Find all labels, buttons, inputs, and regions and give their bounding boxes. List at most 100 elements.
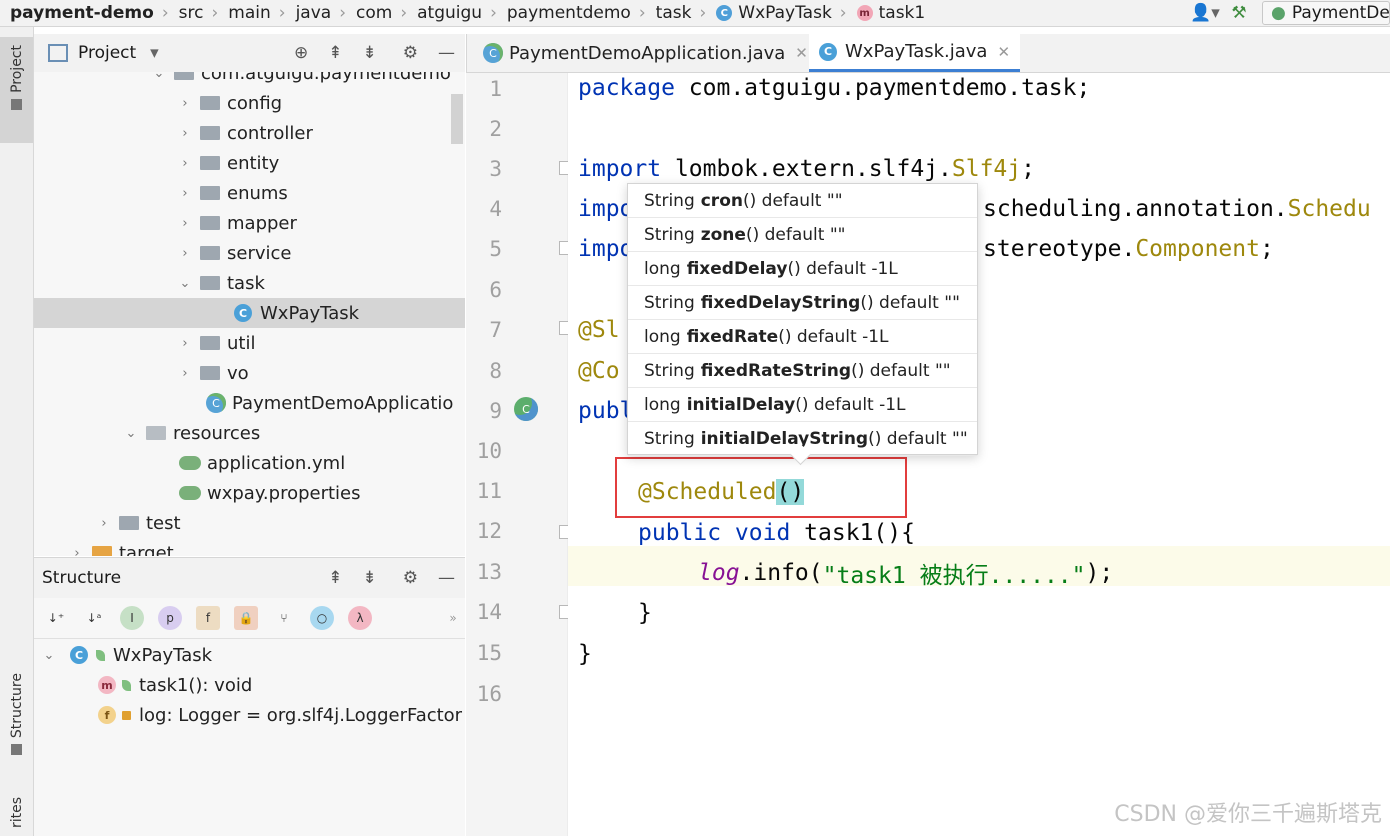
param-row[interactable]: long fixedDelay () default -1L [628, 252, 977, 286]
structure-item-class[interactable]: ⌄ C WxPayTask [34, 640, 465, 670]
show-fields-icon[interactable]: f [196, 606, 220, 630]
tree-item-config[interactable]: › config [34, 88, 465, 118]
breadcrumb-src[interactable]: src [169, 3, 212, 23]
tree-item-wxpaytask[interactable]: C WxPayTask [34, 298, 465, 328]
tree-item-entity[interactable]: › entity [34, 148, 465, 178]
tab-wxpaytask[interactable]: C WxPayTask.java ✕ [809, 34, 1021, 72]
annotation-token: @Co [578, 358, 620, 384]
param-default: () default -1L [795, 394, 906, 415]
scrollbar-thumb[interactable] [451, 94, 463, 144]
properties-file-icon [179, 486, 201, 500]
collapse-all-icon[interactable]: ⇟ [363, 43, 377, 63]
chevron-down-icon[interactable]: ⌄ [178, 276, 192, 291]
param-row[interactable]: String fixedDelayString () default "" [628, 286, 977, 320]
gear-icon[interactable]: ⚙ [403, 43, 418, 63]
param-row[interactable]: long fixedRate () default -1L [628, 320, 977, 354]
structure-item-method[interactable]: m task1(): void [34, 670, 465, 700]
minimize-icon[interactable]: — [438, 43, 455, 63]
show-non-public-icon[interactable]: 🔒 [234, 606, 258, 630]
tree-item-application-class[interactable]: C PaymentDemoApplicatio [34, 388, 465, 418]
show-properties-icon[interactable]: p [158, 606, 182, 630]
breadcrumb-paymentdemo[interactable]: paymentdemo [497, 3, 639, 23]
gear-icon[interactable]: ⚙ [403, 568, 418, 588]
project-tool-button[interactable]: Project [0, 37, 33, 143]
tree-item-resources[interactable]: ⌄ resources [34, 418, 465, 448]
chevron-right-icon[interactable]: › [178, 186, 192, 201]
collapse-all-icon[interactable]: ⇟ [363, 568, 377, 588]
tree-item-wxpay-properties[interactable]: wxpay.properties [34, 478, 465, 508]
run-config-selector[interactable]: ● PaymentDe [1262, 1, 1390, 25]
breadcrumb-separator: › [400, 3, 408, 23]
project-panel-title[interactable]: Project [78, 43, 136, 63]
structure-panel-header: Structure ⇞ ⇟ ⚙ — [34, 557, 465, 598]
tree-item-application-yml[interactable]: application.yml [34, 448, 465, 478]
tree-item-label: com.atguigu.paymentdemo [201, 72, 451, 84]
breadcrumb-atguigu[interactable]: atguigu [407, 3, 490, 23]
spring-bean-gutter-icon[interactable]: C [514, 397, 538, 421]
tree-item-vo[interactable]: › vo [34, 358, 465, 388]
breadcrumb-java[interactable]: java [286, 3, 340, 23]
chevron-down-icon[interactable]: ⌄ [124, 426, 138, 441]
breadcrumb-method[interactable]: m task1 [847, 3, 934, 23]
chevron-down-icon[interactable]: ▾ [150, 43, 159, 63]
tree-item-label: entity [227, 152, 280, 174]
tree-item-task[interactable]: ⌄ task [34, 268, 465, 298]
sort-alphabetically-icon[interactable]: ↓ᵃ [82, 606, 106, 630]
breadcrumb-project[interactable]: payment-demo [0, 3, 162, 23]
param-type: long [644, 258, 681, 279]
minimize-icon[interactable]: — [438, 568, 455, 588]
hammer-build-icon[interactable]: ⚒ [1222, 3, 1256, 23]
show-anonymous-icon[interactable]: ⑂ [272, 606, 296, 630]
structure-item-field[interactable]: f log: Logger = org.slf4j.LoggerFactor [34, 700, 465, 730]
chevron-right-icon[interactable]: › [178, 96, 192, 111]
excluded-folder-icon [92, 546, 112, 556]
tree-item-controller[interactable]: › controller [34, 118, 465, 148]
chevron-right-icon[interactable]: › [178, 336, 192, 351]
breadcrumb-com[interactable]: com [346, 3, 400, 23]
close-icon[interactable]: ✕ [795, 44, 808, 62]
tree-item-util[interactable]: › util [34, 328, 465, 358]
chevron-down-icon[interactable]: ⌄ [152, 72, 166, 81]
line-number: 16 [476, 682, 502, 706]
locate-crosshair-icon[interactable]: ⊕ [294, 43, 308, 63]
tree-item-test[interactable]: › test [34, 508, 465, 538]
param-row[interactable]: String fixedRateString () default "" [628, 354, 977, 388]
highlight-annotation-box [615, 457, 907, 518]
chevron-right-icon[interactable]: › [97, 516, 111, 531]
expand-all-icon[interactable]: ⇞ [328, 568, 342, 588]
editor-gutter: 1 2 3 4 5 6 7 8 9 10 11 12 13 14 15 16 [466, 73, 573, 836]
chevron-right-icon[interactable]: › [178, 366, 192, 381]
param-row[interactable]: long initialDelay () default -1L [628, 388, 977, 422]
param-row[interactable]: String zone () default "" [628, 218, 977, 252]
sort-by-visibility-icon[interactable]: ↓⁺ [44, 606, 68, 630]
code-token: lombok.extern.slf4j. [661, 156, 952, 182]
expand-all-icon[interactable]: ⇞ [328, 43, 342, 63]
breadcrumb-task[interactable]: task [646, 3, 700, 23]
tree-item-mapper[interactable]: › mapper [34, 208, 465, 238]
favorites-tool-button[interactable]: rites [0, 797, 33, 836]
breadcrumb-class[interactable]: C WxPayTask [706, 3, 840, 23]
param-default: () default "" [745, 224, 846, 245]
structure-tool-button[interactable]: Structure [0, 667, 33, 777]
show-lambdas-icon[interactable]: ○ [310, 606, 334, 630]
chevron-right-icon[interactable]: › [178, 246, 192, 261]
show-inherited-icon[interactable]: I [120, 606, 144, 630]
chevron-right-icon[interactable]: › [178, 126, 192, 141]
user-icon[interactable]: 👤▾ [1188, 3, 1222, 23]
chevron-right-icon[interactable]: › [178, 156, 192, 171]
chevron-right-icon[interactable]: › [178, 216, 192, 231]
code-line-4: impo [578, 189, 633, 229]
close-icon[interactable]: ✕ [997, 43, 1010, 61]
chevron-right-icon[interactable]: › [70, 546, 84, 557]
chevron-down-icon[interactable]: ⌄ [42, 648, 56, 663]
more-chevron-icon[interactable]: » [441, 606, 465, 630]
line-number: 12 [476, 519, 502, 543]
tree-item-package[interactable]: ⌄ com.atguigu.paymentdemo [34, 72, 465, 88]
tree-item-target[interactable]: › target [34, 538, 465, 556]
breadcrumb-main[interactable]: main [218, 3, 278, 23]
tab-payment-demo-application[interactable]: C PaymentDemoApplication.java ✕ [473, 34, 818, 72]
tree-item-enums[interactable]: › enums [34, 178, 465, 208]
param-row[interactable]: String cron () default "" [628, 184, 977, 218]
tree-item-service[interactable]: › service [34, 238, 465, 268]
lambda-icon[interactable]: λ [348, 606, 372, 630]
